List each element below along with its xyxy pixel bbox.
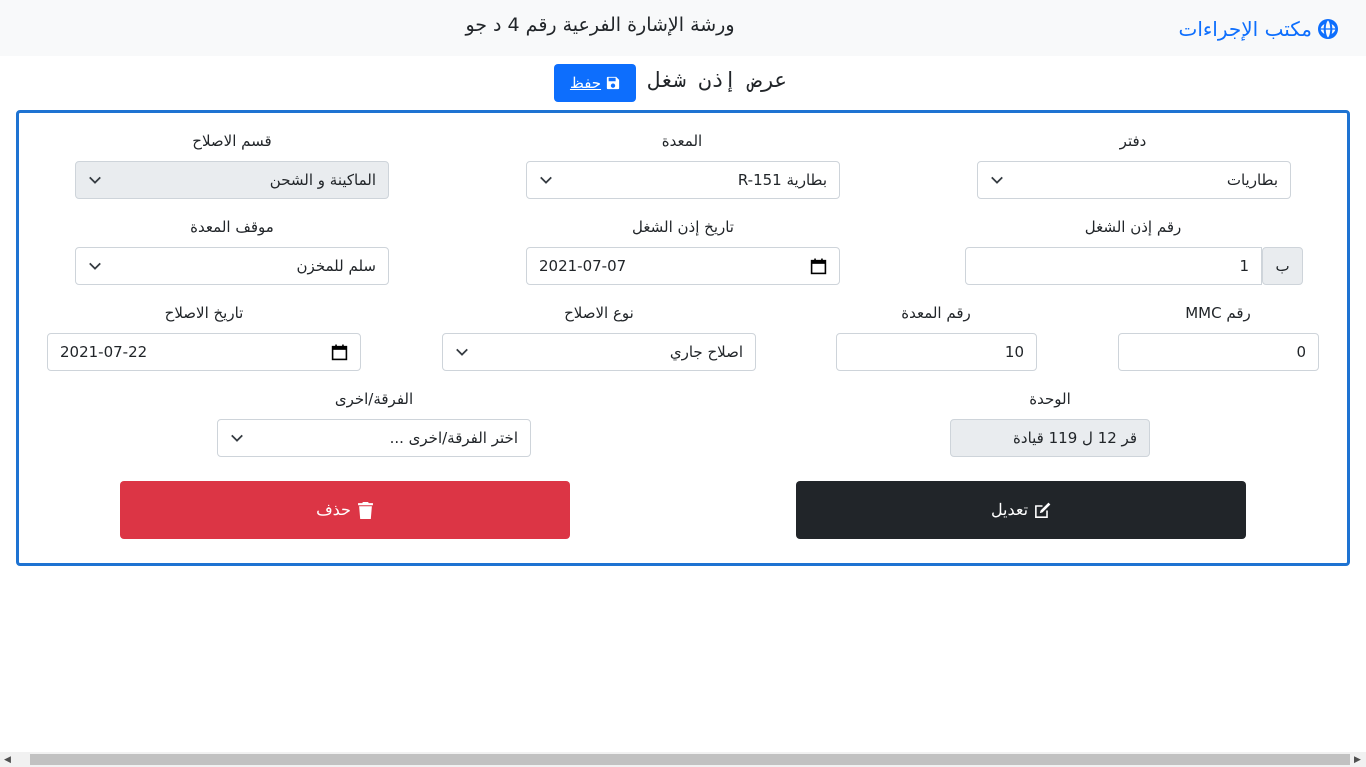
mmc-number-input[interactable]: 0 xyxy=(1118,333,1319,371)
repair-type-select[interactable]: اصلاح جاري xyxy=(442,333,756,371)
daftar-value: بطاريات xyxy=(1226,171,1278,189)
horizontal-scrollbar[interactable]: ◀ ▶ xyxy=(0,752,1366,767)
equipment-select[interactable]: بطارية R-151 xyxy=(526,161,840,199)
daftar-label: دفتر xyxy=(1119,132,1147,150)
calendar-icon[interactable] xyxy=(331,344,348,361)
equipment-number-label: رقم المعدة xyxy=(901,304,971,322)
page-header: عرض إذن شغل حفظ xyxy=(0,64,1366,102)
chevron-down-icon xyxy=(231,434,243,442)
edit-button[interactable]: تعديل xyxy=(796,481,1246,539)
edit-icon xyxy=(1035,502,1051,518)
page-title: عرض إذن شغل xyxy=(648,68,788,92)
navbar: مكتب الإجراءات ورشة الإشارة الفرعية رقم … xyxy=(0,0,1366,56)
repair-date-value: 2021-07-22 xyxy=(60,343,148,361)
equipment-status-value: سلم للمخزن xyxy=(296,257,376,275)
order-date-value: 2021-07-07 xyxy=(539,257,627,275)
equipment-number-input[interactable]: 10 xyxy=(836,333,1037,371)
chevron-down-icon xyxy=(456,348,468,356)
repair-date-input[interactable]: 2021-07-22 xyxy=(47,333,361,371)
order-number-input[interactable]: 1 xyxy=(965,247,1262,285)
chevron-down-icon xyxy=(89,176,101,184)
division-label: الفرقة/اخرى xyxy=(334,390,414,408)
order-date-label: تاريخ إذن الشغل xyxy=(632,218,734,236)
repair-type-value: اصلاح جاري xyxy=(669,343,743,361)
repair-date-label: تاريخ الاصلاح xyxy=(164,304,244,322)
equipment-status-select[interactable]: سلم للمخزن xyxy=(75,247,389,285)
unit-value: قر 12 ل 119 قيادة xyxy=(1013,429,1137,447)
order-number-label: رقم إذن الشغل xyxy=(1084,218,1182,236)
order-date-input[interactable]: 2021-07-07 xyxy=(526,247,840,285)
mmc-number-value: 0 xyxy=(1296,343,1306,361)
chevron-down-icon xyxy=(540,176,552,184)
delete-label: حذف xyxy=(316,502,351,519)
order-number-value: 1 xyxy=(1239,257,1249,275)
repair-type-label: نوع الاصلاح xyxy=(564,304,634,322)
chevron-down-icon xyxy=(89,262,101,270)
scroll-right-icon[interactable]: ▶ xyxy=(1354,755,1361,765)
repair-section-value: الماكينة و الشحن xyxy=(269,171,376,189)
trash-icon xyxy=(358,501,373,519)
daftar-select[interactable]: بطاريات xyxy=(977,161,1291,199)
mmc-number-label: رقم MMC xyxy=(1185,304,1251,322)
globe-icon xyxy=(1318,19,1338,39)
navbar-title: ورشة الإشارة الفرعية رقم 4 د جو xyxy=(465,14,735,36)
unit-label: الوحدة xyxy=(1029,390,1071,408)
calendar-icon[interactable] xyxy=(810,258,827,275)
repair-section-select[interactable]: الماكينة و الشحن xyxy=(75,161,389,199)
equipment-status-label: موقف المعدة xyxy=(190,218,274,236)
equipment-number-value: 10 xyxy=(1004,343,1024,361)
division-select[interactable]: اختر الفرقة/اخرى ... xyxy=(217,419,531,457)
save-icon xyxy=(606,76,620,90)
brand-link[interactable]: مكتب الإجراءات xyxy=(1179,17,1338,41)
scroll-left-icon[interactable]: ◀ xyxy=(4,755,11,765)
equipment-value: بطارية R-151 xyxy=(737,171,827,189)
repair-section-label: قسم الاصلاح xyxy=(192,132,272,150)
edit-label: تعديل xyxy=(990,502,1029,519)
equipment-label: المعدة xyxy=(661,132,703,150)
save-button[interactable]: حفظ xyxy=(554,64,636,102)
chevron-down-icon xyxy=(991,176,1003,184)
delete-button[interactable]: حذف xyxy=(120,481,570,539)
unit-input[interactable]: قر 12 ل 119 قيادة xyxy=(950,419,1150,457)
order-number-prefix: ب xyxy=(1262,247,1303,285)
save-label: حفظ xyxy=(569,75,602,92)
division-value: اختر الفرقة/اخرى ... xyxy=(389,429,518,447)
scrollbar-thumb[interactable] xyxy=(30,754,1350,765)
